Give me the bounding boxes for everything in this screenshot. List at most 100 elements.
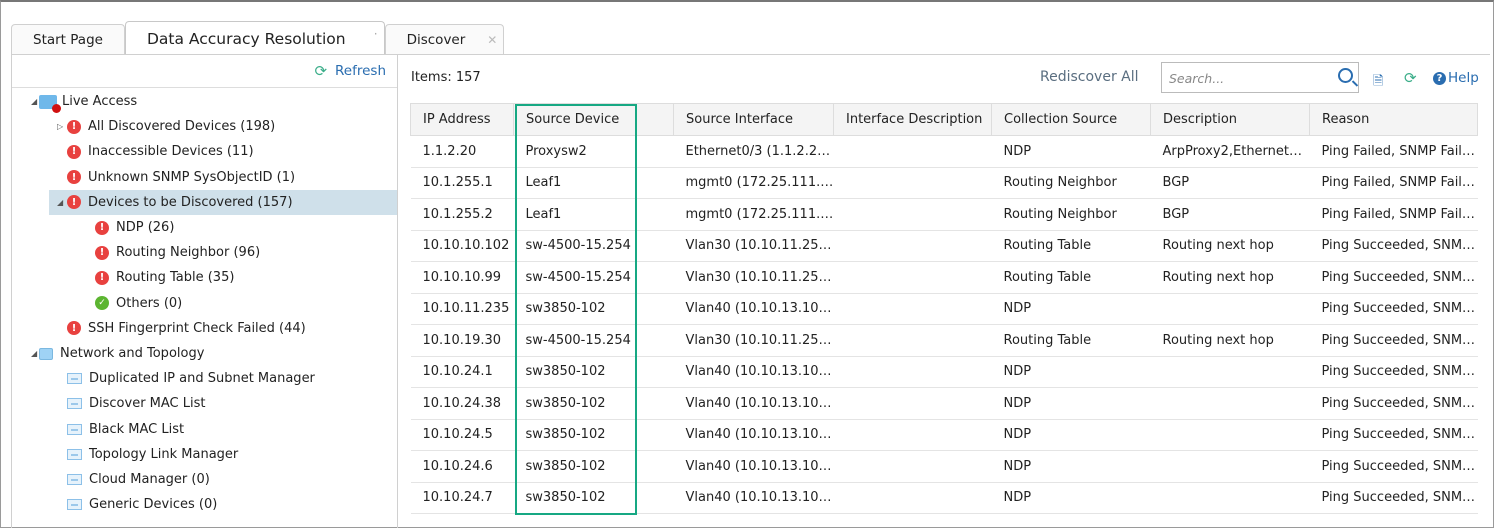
tree-item[interactable]: Cloud Manager (0) bbox=[67, 467, 397, 492]
table-cell: 10.10.10.99 bbox=[410, 261, 514, 294]
refresh-icon[interactable]: ⟳ bbox=[1404, 69, 1417, 87]
tree-item-label: Routing Table (35) bbox=[116, 270, 235, 286]
table-cell: sw3850-102 bbox=[513, 419, 674, 451]
tree-item[interactable]: ! SSH Fingerprint Check Failed (44) bbox=[67, 316, 397, 341]
table-row[interactable]: 10.10.24.1 sw3850-102 Vlan40 (10.10.13.102… bbox=[410, 356, 1478, 388]
search-icon[interactable] bbox=[1338, 68, 1353, 83]
tab-dot-icon: · bbox=[373, 27, 378, 41]
refresh-button[interactable]: Refresh bbox=[335, 63, 386, 79]
collapse-arrow-icon[interactable]: ◢ bbox=[31, 349, 37, 358]
table-cell: mgmt0 (172.25.111.5/24) bbox=[673, 198, 834, 231]
table-cell bbox=[833, 230, 992, 262]
table-row[interactable]: 10.1.255.2Leaf1mgmt0 (172.25.111.5/24) Ro… bbox=[410, 198, 1478, 231]
error-icon: ! bbox=[95, 245, 109, 260]
table-cell: Ping Succeeded, SNMP ... bbox=[1309, 450, 1478, 483]
collapse-arrow-icon[interactable]: ◢ bbox=[57, 198, 63, 207]
column-header[interactable]: Source Device bbox=[513, 103, 674, 136]
tree-item[interactable]: ! Routing Neighbor (96) bbox=[95, 240, 397, 265]
column-header[interactable]: Collection Source bbox=[991, 103, 1151, 136]
tab-data-accuracy-resolution[interactable]: Data Accuracy Resolution · bbox=[124, 21, 385, 55]
table-row[interactable]: 1.1.2.20Proxysw2Ethernet0/3 (1.1.2.22/16… bbox=[410, 135, 1478, 168]
tree-item[interactable]: Generic Devices (0) bbox=[67, 492, 397, 517]
tree-item-label: Devices to be Discovered (157) bbox=[88, 194, 293, 210]
expand-arrow-icon[interactable]: ▷ bbox=[57, 122, 63, 131]
table-cell: NDP bbox=[991, 482, 1151, 514]
tree-item[interactable]: ▷! All Discovered Devices (198) bbox=[57, 114, 397, 139]
tree-item-label: Cloud Manager (0) bbox=[89, 472, 210, 487]
tree-item-label: Others (0) bbox=[116, 295, 183, 311]
tree-item[interactable]: Duplicated IP and Subnet Manager bbox=[67, 366, 397, 391]
table-cell: Ping Failed, SNMP Failed bbox=[1309, 198, 1478, 231]
table-cell: Vlan30 (10.10.11.254/22) bbox=[673, 230, 834, 262]
table-header: IP Address Source Device Source Interface I… bbox=[410, 103, 1478, 136]
table-row[interactable]: 10.10.10.99 sw-4500-15.254 Vlan30 (10.10.1… bbox=[410, 261, 1478, 294]
tree-item[interactable]: ◢! Devices to be Discovered (157) bbox=[49, 189, 397, 215]
tree-item-label: Unknown SNMP SysObjectID (1) bbox=[88, 169, 296, 185]
table-row[interactable]: 10.10.24.5 sw3850-102 Vlan40 (10.10.13.102… bbox=[410, 419, 1478, 451]
table-cell bbox=[833, 356, 992, 388]
table-cell: 10.10.24.7 bbox=[410, 482, 514, 514]
table-cell: Routing Table bbox=[991, 324, 1151, 357]
tab-discover[interactable]: Discover ✕ bbox=[384, 24, 505, 55]
table-cell: sw3850-102 bbox=[513, 387, 674, 420]
table-row[interactable]: 10.10.10.102 sw-4500-15.254 Vlan30 (10.10.… bbox=[410, 230, 1478, 262]
export-icon[interactable]: 🗎 bbox=[1373, 72, 1383, 94]
tree-item[interactable]: ✓ Others (0) bbox=[95, 291, 397, 316]
tree-item[interactable]: ◢ Network and Topology bbox=[31, 341, 397, 366]
table-cell: Routing next hop bbox=[1150, 230, 1310, 262]
tab-start-page[interactable]: Start Page bbox=[11, 24, 125, 55]
column-header[interactable]: Reason bbox=[1309, 103, 1478, 136]
tree-item[interactable]: ! Routing Table (35) bbox=[95, 265, 397, 290]
page-icon bbox=[67, 373, 82, 385]
column-header[interactable]: Interface Description bbox=[833, 103, 992, 136]
table-row[interactable]: 10.10.24.38 sw3850-102 Vlan40 (10.10.13.10… bbox=[410, 387, 1478, 420]
tree-item[interactable]: ! NDP (26) bbox=[95, 215, 397, 240]
table-cell: 1.1.2.20 bbox=[410, 135, 514, 168]
rediscover-all-button[interactable]: Rediscover All bbox=[1040, 69, 1139, 85]
folder-icon bbox=[39, 347, 53, 360]
table-cell: NDP bbox=[991, 387, 1151, 420]
items-count: Items: 157 bbox=[411, 70, 481, 85]
refresh-icon[interactable]: ⟳ bbox=[314, 62, 327, 80]
error-icon: ! bbox=[95, 270, 109, 285]
ok-icon: ✓ bbox=[95, 296, 109, 311]
table-cell: NDP bbox=[991, 450, 1151, 483]
table-row[interactable]: 10.1.255.1Leaf1mgmt0 (172.25.111.5/24) Ro… bbox=[410, 167, 1478, 199]
table-cell bbox=[1150, 356, 1310, 388]
table-cell bbox=[833, 261, 992, 294]
table-row[interactable]: 10.10.19.30 sw-4500-15.254 Vlan30 (10.10.1… bbox=[410, 324, 1478, 357]
table-cell: Routing Neighbor bbox=[991, 198, 1151, 231]
error-icon: ! bbox=[67, 170, 81, 185]
column-header[interactable]: Description bbox=[1150, 103, 1310, 136]
table-cell: BGP bbox=[1150, 198, 1310, 231]
table-cell: Routing next hop bbox=[1150, 261, 1310, 294]
column-header[interactable]: IP Address bbox=[410, 103, 514, 136]
table-cell bbox=[833, 198, 992, 231]
tree-item[interactable]: Discover MAC List bbox=[67, 391, 397, 416]
table-row[interactable]: 10.10.11.235 sw3850-102 Vlan40 (10.10.13.1… bbox=[410, 293, 1478, 325]
tree-item[interactable]: ! Inaccessible Devices (11) bbox=[67, 139, 397, 164]
table-cell: Routing Table bbox=[991, 230, 1151, 262]
close-icon[interactable]: ✕ bbox=[487, 33, 497, 47]
help-button[interactable]: ? Help bbox=[1433, 70, 1479, 86]
error-icon: ! bbox=[67, 195, 81, 210]
table-row[interactable]: 10.10.24.6 sw3850-102 Vlan40 (10.10.13.102… bbox=[410, 450, 1478, 483]
error-icon: ! bbox=[67, 321, 81, 336]
tree-item[interactable]: ◢ Live Access bbox=[31, 89, 397, 114]
table-cell bbox=[833, 293, 992, 325]
page-icon bbox=[67, 398, 82, 410]
table-row[interactable]: 10.10.24.7 sw3850-102 Vlan40 (10.10.13.102… bbox=[410, 482, 1478, 514]
tree-item-label: SSH Fingerprint Check Failed (44) bbox=[88, 320, 306, 336]
table-cell: Ping Failed, SNMP Failed bbox=[1309, 167, 1478, 199]
column-header[interactable]: Source Interface bbox=[673, 103, 834, 136]
tree-item[interactable]: Black MAC List bbox=[67, 417, 397, 442]
tree-item[interactable]: Topology Link Manager bbox=[67, 442, 397, 467]
search-input[interactable]: Search... bbox=[1161, 62, 1359, 93]
collapse-arrow-icon[interactable]: ◢ bbox=[31, 97, 37, 106]
table-cell bbox=[833, 135, 992, 168]
tree-item[interactable]: ! Unknown SNMP SysObjectID (1) bbox=[67, 165, 397, 190]
table-cell bbox=[1150, 450, 1310, 483]
table-cell: NDP bbox=[991, 135, 1151, 168]
tree-item-label: All Discovered Devices (198) bbox=[88, 119, 276, 135]
table-cell: 10.10.10.102 bbox=[410, 230, 514, 262]
